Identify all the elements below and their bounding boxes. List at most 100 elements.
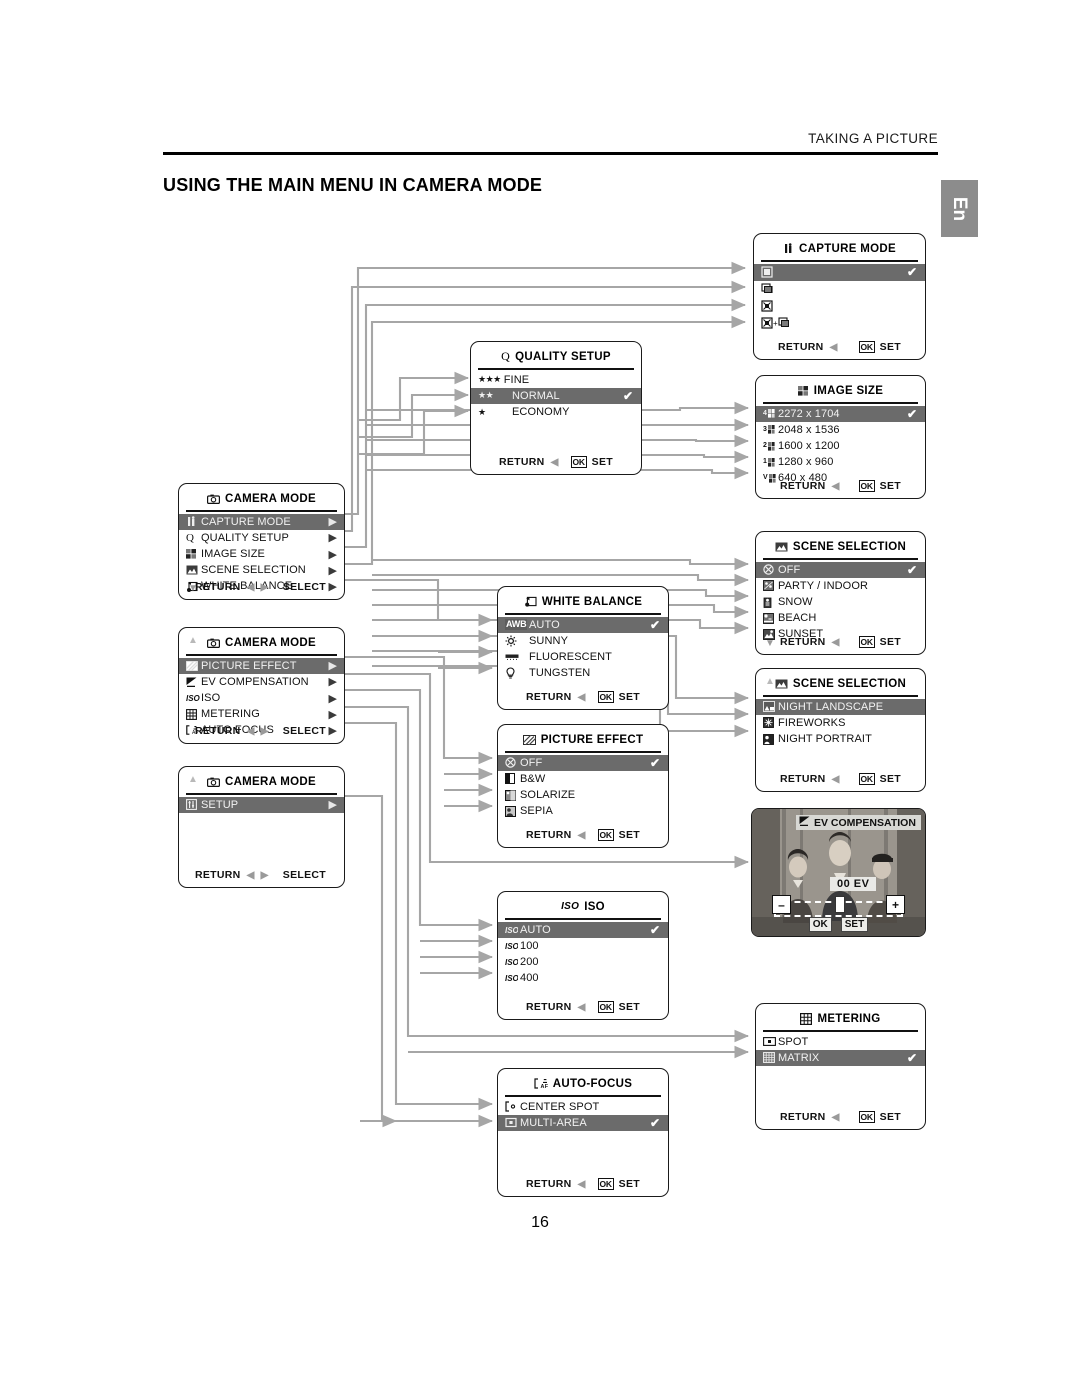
return-label[interactable]: RETURN xyxy=(195,725,241,737)
return-label[interactable]: RETURN xyxy=(526,691,572,703)
menu-item-iso-auto[interactable]: ISO AUTO ✔ xyxy=(498,921,668,938)
ok-button[interactable]: OK xyxy=(597,1178,614,1190)
menu-item-fine[interactable]: ★★★ FINE xyxy=(471,372,641,388)
menu-item-ev-compensation[interactable]: EV COMPENSATION ▶ xyxy=(179,674,344,690)
panel-white-balance[interactable]: WHITE BALANCE AWB AUTO ✔ SUNNY FLUORESCE… xyxy=(497,586,669,710)
menu-item-tungsten[interactable]: TUNGSTEN xyxy=(498,665,668,681)
menu-item-iso-200[interactable]: ISO 200 xyxy=(498,954,668,970)
panel-iso[interactable]: ISO ISO ISO AUTO ✔ ISO 100 ISO 200 ISO 4… xyxy=(497,891,669,1020)
panel-camera-mode-2[interactable]: ▲ CAMERA MODE PICTURE EFFECT ▶ EV COMPEN… xyxy=(178,627,345,744)
menu-item-snow[interactable]: SNOW xyxy=(756,594,925,610)
menu-item-1600x1200[interactable]: 2 1600 x 1200 xyxy=(756,438,925,454)
set-label[interactable]: SET xyxy=(880,773,901,785)
menu-item-spot[interactable]: SPOT xyxy=(756,1034,925,1050)
menu-item-bracket-continuous[interactable]: + xyxy=(754,315,925,332)
menu-item-image-size[interactable]: IMAGE SIZE ▶ xyxy=(179,546,344,562)
menu-item-2272x1704[interactable]: 4 2272 x 1704 ✔ xyxy=(756,405,925,422)
return-label[interactable]: RETURN xyxy=(780,480,826,492)
set-label[interactable]: SET xyxy=(880,341,901,353)
panel-metering[interactable]: METERING SPOT MATRIX ✔ RETURN ◀ OK SET xyxy=(755,1003,926,1130)
set-label[interactable]: SET xyxy=(619,1001,640,1013)
ok-button[interactable]: OK xyxy=(858,1111,875,1123)
panel-ev-compensation[interactable]: EV COMPENSATION 00 EV – + OK SET xyxy=(751,808,926,937)
ev-plus-button[interactable]: + xyxy=(886,895,905,914)
menu-item-fireworks[interactable]: FIREWORKS xyxy=(756,715,925,731)
ok-button[interactable]: OK xyxy=(597,691,614,703)
ok-button[interactable]: OK xyxy=(858,773,875,785)
menu-item-metering[interactable]: METERING ▶ xyxy=(179,706,344,722)
menu-item-night-landscape[interactable]: NIGHT LANDSCAPE xyxy=(756,698,925,715)
set-label[interactable]: SET xyxy=(619,829,640,841)
set-label[interactable]: SET xyxy=(592,456,613,468)
ev-slider-knob[interactable] xyxy=(834,896,845,913)
menu-item-iso[interactable]: ISO ISO ▶ xyxy=(179,690,344,706)
menu-item-quality-setup[interactable]: Q QUALITY SETUP ▶ xyxy=(179,530,344,546)
menu-item-iso-400[interactable]: ISO 400 xyxy=(498,970,668,986)
ok-button[interactable]: OK xyxy=(858,636,875,648)
menu-item-beach[interactable]: BEACH xyxy=(756,610,925,626)
return-label[interactable]: RETURN xyxy=(780,773,826,785)
ev-minus-button[interactable]: – xyxy=(772,895,791,914)
menu-item-center-spot[interactable]: CENTER SPOT xyxy=(498,1099,668,1115)
return-label[interactable]: RETURN xyxy=(526,829,572,841)
select-label[interactable]: SELECT xyxy=(283,869,326,881)
ok-button[interactable]: OK xyxy=(808,917,832,932)
set-label[interactable]: SET xyxy=(619,691,640,703)
menu-item-off[interactable]: OFF ✔ xyxy=(498,754,668,771)
return-label[interactable]: RETURN xyxy=(780,1111,826,1123)
menu-item-2048x1536[interactable]: 3 2048 x 1536 xyxy=(756,422,925,438)
menu-item-iso-100[interactable]: ISO 100 xyxy=(498,938,668,954)
panel-picture-effect[interactable]: PICTURE EFFECT OFF ✔ B&W SOLARIZE SEPIA xyxy=(497,724,669,848)
menu-item-matrix[interactable]: MATRIX ✔ xyxy=(756,1049,925,1066)
select-label[interactable]: SELECT xyxy=(283,725,326,737)
menu-item-party-indoor[interactable]: PARTY / INDOOR xyxy=(756,578,925,594)
panel-auto-focus[interactable]: AF AUTO-FOCUS CENTER SPOT MULTI-AREA ✔ R… xyxy=(497,1068,669,1197)
set-label[interactable]: SET xyxy=(880,636,901,648)
panel-camera-mode-3[interactable]: ▲ CAMERA MODE SETUP ▶ RETURN ◀ ▶ SELECT xyxy=(178,766,345,888)
ok-button[interactable]: OK xyxy=(858,341,875,353)
menu-item-setup[interactable]: SETUP ▶ xyxy=(179,796,344,813)
menu-item-single-frame[interactable]: ✔ xyxy=(754,263,925,281)
menu-item-1280x960[interactable]: 1 1280 x 960 xyxy=(756,454,925,470)
menu-item-sepia[interactable]: SEPIA xyxy=(498,803,668,819)
set-button[interactable]: SET xyxy=(840,917,869,932)
panel-image-size[interactable]: IMAGE SIZE 4 2272 x 1704 ✔ 3 2048 x 1536 xyxy=(755,375,926,499)
set-label[interactable]: SET xyxy=(880,480,901,492)
scene-selection-icon xyxy=(775,679,788,689)
return-label[interactable]: RETURN xyxy=(526,1001,572,1013)
set-label[interactable]: SET xyxy=(619,1178,640,1190)
set-label[interactable]: SET xyxy=(880,1111,901,1123)
return-label[interactable]: RETURN xyxy=(780,636,826,648)
menu-item-scene-selection[interactable]: SCENE SELECTION ▶ xyxy=(179,562,344,578)
menu-item-night-portrait[interactable]: NIGHT PORTRAIT xyxy=(756,731,925,747)
panel-scene-selection-1[interactable]: SCENE SELECTION OFF ✔ PARTY / INDOOR SNO… xyxy=(755,531,926,655)
ok-button[interactable]: OK xyxy=(858,480,875,492)
menu-item-awb-auto[interactable]: AWB AUTO ✔ xyxy=(498,616,668,633)
select-label[interactable]: SELECT xyxy=(283,581,326,593)
menu-item-auto-bracket[interactable] xyxy=(754,298,925,315)
panel-capture-mode[interactable]: CAPTURE MODE ✔ + RETURN ◀ OK SET xyxy=(753,233,926,360)
menu-item-multi-area[interactable]: MULTI-AREA ✔ xyxy=(498,1114,668,1131)
ok-button[interactable]: OK xyxy=(597,829,614,841)
return-label[interactable]: RETURN xyxy=(778,341,824,353)
ok-button[interactable]: OK xyxy=(597,1001,614,1013)
return-label[interactable]: RETURN xyxy=(195,869,241,881)
menu-item-solarize[interactable]: SOLARIZE xyxy=(498,787,668,803)
panel-camera-mode-1[interactable]: CAMERA MODE CAPTURE MODE ▶ Q QUALITY SET… xyxy=(178,483,345,600)
panel-scene-selection-2[interactable]: ▲ SCENE SELECTION NIGHT LANDSCAPE FIREWO… xyxy=(755,668,926,792)
menu-item-picture-effect[interactable]: PICTURE EFFECT ▶ xyxy=(179,657,344,674)
return-label[interactable]: RETURN xyxy=(526,1178,572,1190)
menu-item-capture-mode[interactable]: CAPTURE MODE ▶ xyxy=(179,513,344,530)
menu-item-bw[interactable]: B&W xyxy=(498,771,668,787)
menu-item-sunny[interactable]: SUNNY xyxy=(498,633,668,649)
menu-item-continuous[interactable] xyxy=(754,281,925,298)
menu-item-off[interactable]: OFF ✔ xyxy=(756,561,925,578)
panel-quality-setup[interactable]: Q QUALITY SETUP ★★★ FINE ★★ NORMAL ✔ ★ E… xyxy=(470,341,642,475)
menu-item-economy[interactable]: ★ ECONOMY xyxy=(471,404,641,420)
auto-focus-icon: AF xyxy=(534,1078,548,1089)
menu-item-fluorescent[interactable]: FLUORESCENT xyxy=(498,649,668,665)
return-label[interactable]: RETURN xyxy=(499,456,545,468)
ok-button[interactable]: OK xyxy=(570,456,587,468)
return-label[interactable]: RETURN xyxy=(195,581,241,593)
menu-item-normal[interactable]: ★★ NORMAL ✔ xyxy=(471,387,641,404)
